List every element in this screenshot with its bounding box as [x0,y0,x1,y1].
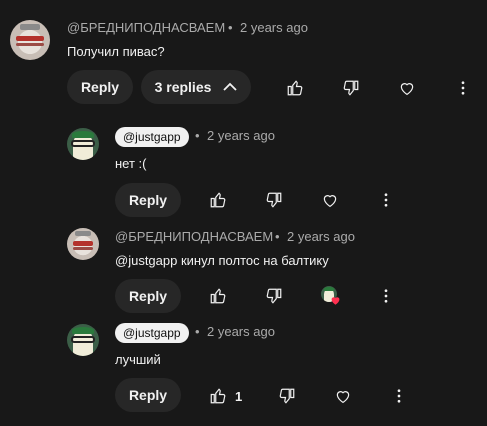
reply-timestamp[interactable]: 2 years ago [207,324,275,339]
dislike-icon[interactable] [265,191,283,209]
comment-text: Получил пивас? [67,44,165,59]
more-vert-icon[interactable] [377,191,395,209]
chevron-up-icon [223,82,238,92]
like-icon[interactable] [209,287,227,305]
reply-timestamp[interactable]: 2 years ago [207,128,275,143]
reply-author[interactable]: @БРЕДНИПОДНАСВАЕМ [115,229,273,244]
commenter-avatar[interactable] [10,20,50,60]
reply-avatar[interactable] [67,228,99,260]
separator-dot: • [195,324,200,339]
reply-button-label: Reply [80,79,120,95]
reply-avatar[interactable] [67,128,99,160]
reply-text: лучший [115,352,161,367]
reply-text: @justgapp кинул полтос на балтику [115,253,329,268]
like-icon[interactable] [209,191,227,209]
heart-icon[interactable] [321,191,339,209]
separator-dot: • [275,229,280,244]
reply-button[interactable]: Reply [67,70,133,104]
replies-count-label: 3 replies [154,79,212,95]
reply-button-label: Reply [128,387,168,403]
dislike-icon[interactable] [278,387,296,405]
creator-heart-icon [321,286,341,306]
toggle-replies-button[interactable]: 3 replies [141,70,251,104]
heart-icon[interactable] [334,387,352,405]
comment-author[interactable]: @БРЕДНИПОДНАСВАЕМ [67,20,225,35]
more-vert-icon[interactable] [377,287,395,305]
more-vert-icon[interactable] [390,387,408,405]
heart-icon[interactable] [398,79,416,97]
like-icon[interactable] [209,387,227,405]
reply-avatar[interactable] [67,324,99,356]
like-icon[interactable] [286,79,304,97]
separator-dot: • [228,20,233,35]
dislike-icon[interactable] [265,287,283,305]
separator-dot: • [195,128,200,143]
more-vert-icon[interactable] [454,79,472,97]
reply-timestamp[interactable]: 2 years ago [287,229,355,244]
reply-author-chip[interactable]: @justgapp [115,127,189,147]
like-count: 1 [235,389,243,404]
reply-button[interactable]: Reply [115,378,181,412]
reply-button[interactable]: Reply [115,279,181,313]
reply-text: нет :( [115,156,147,171]
dislike-icon[interactable] [342,79,360,97]
reply-button-label: Reply [128,288,168,304]
comment-timestamp[interactable]: 2 years ago [240,20,308,35]
reply-button[interactable]: Reply [115,183,181,217]
reply-button-label: Reply [128,192,168,208]
reply-author-chip[interactable]: @justgapp [115,323,189,343]
